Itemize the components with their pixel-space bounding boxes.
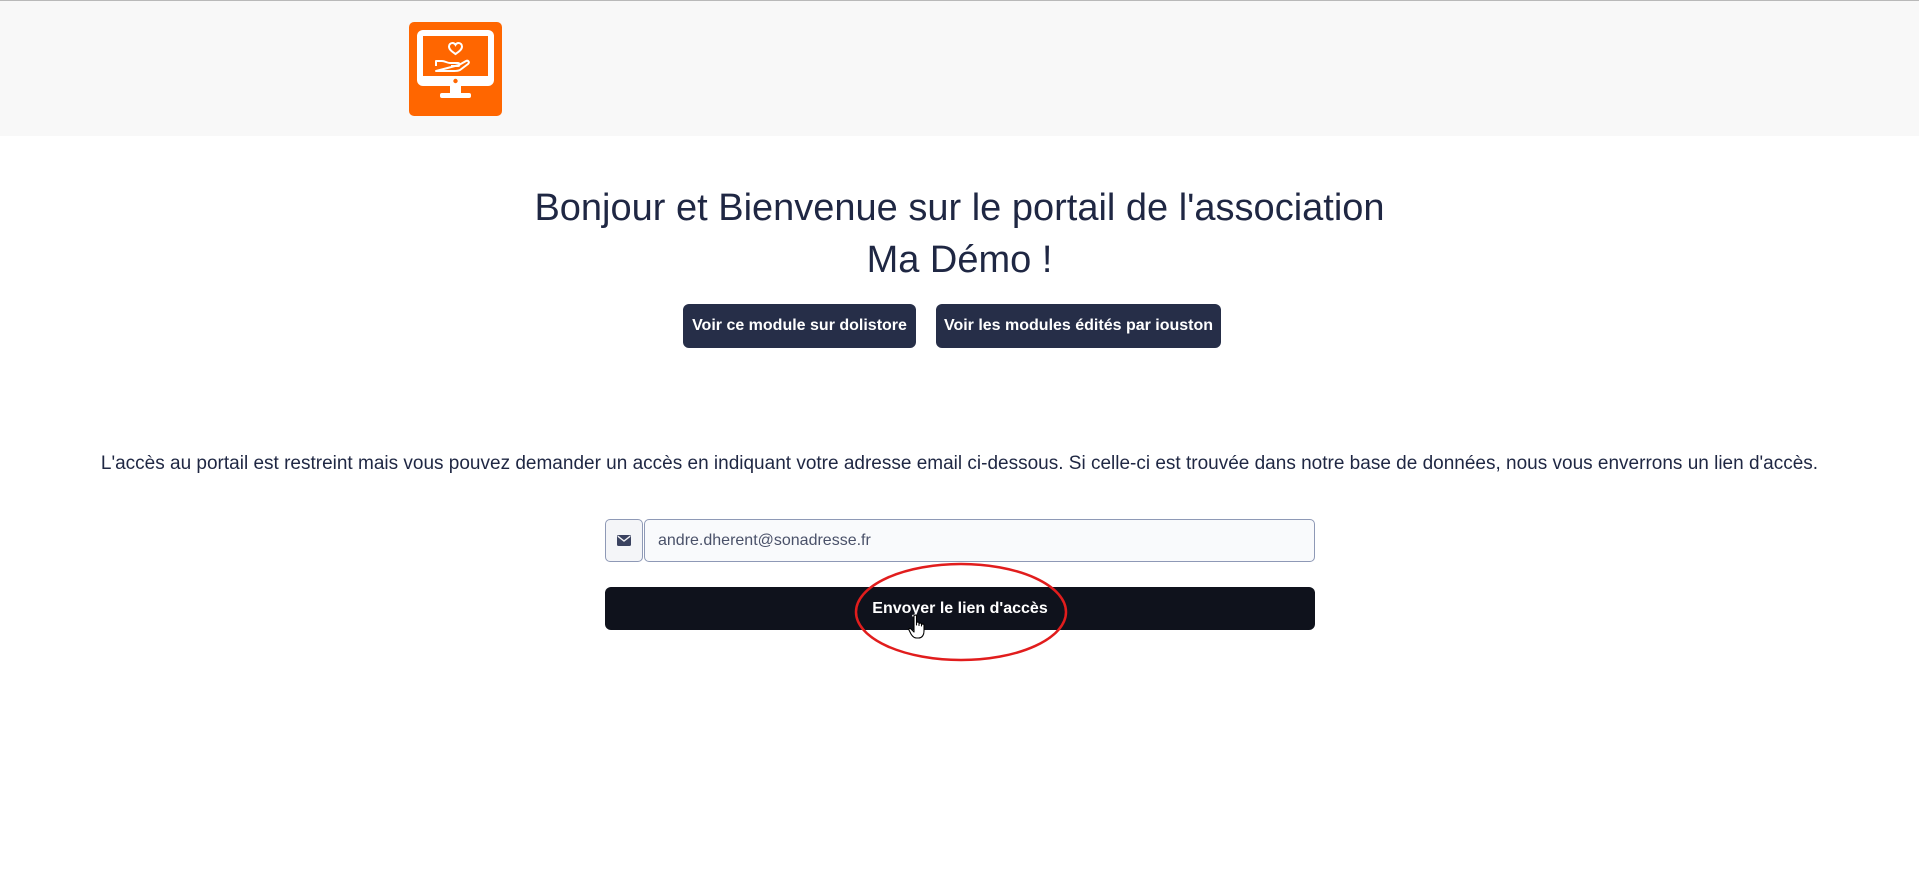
iouston-modules-button[interactable]: Voir les modules édités par iouston (936, 304, 1221, 348)
page-title-line1: Bonjour et Bienvenue sur le portail de l… (534, 187, 1385, 229)
header-bar (0, 1, 1919, 136)
email-field[interactable] (644, 519, 1315, 562)
logo[interactable] (409, 22, 502, 116)
page-title-line2: Ma Démo ! (866, 239, 1053, 281)
highlight-circle (854, 562, 1068, 662)
hand-cursor-icon (908, 614, 925, 639)
dolistore-button[interactable]: Voir ce module sur dolistore (683, 304, 916, 348)
monitor-heart-hand-icon (417, 30, 494, 98)
email-addon (605, 519, 643, 562)
page-title: Bonjour et Bienvenue sur le portail de l… (0, 182, 1919, 286)
envelope-icon (617, 535, 631, 546)
access-info-text: L'accès au portail est restreint mais vo… (100, 453, 1819, 474)
